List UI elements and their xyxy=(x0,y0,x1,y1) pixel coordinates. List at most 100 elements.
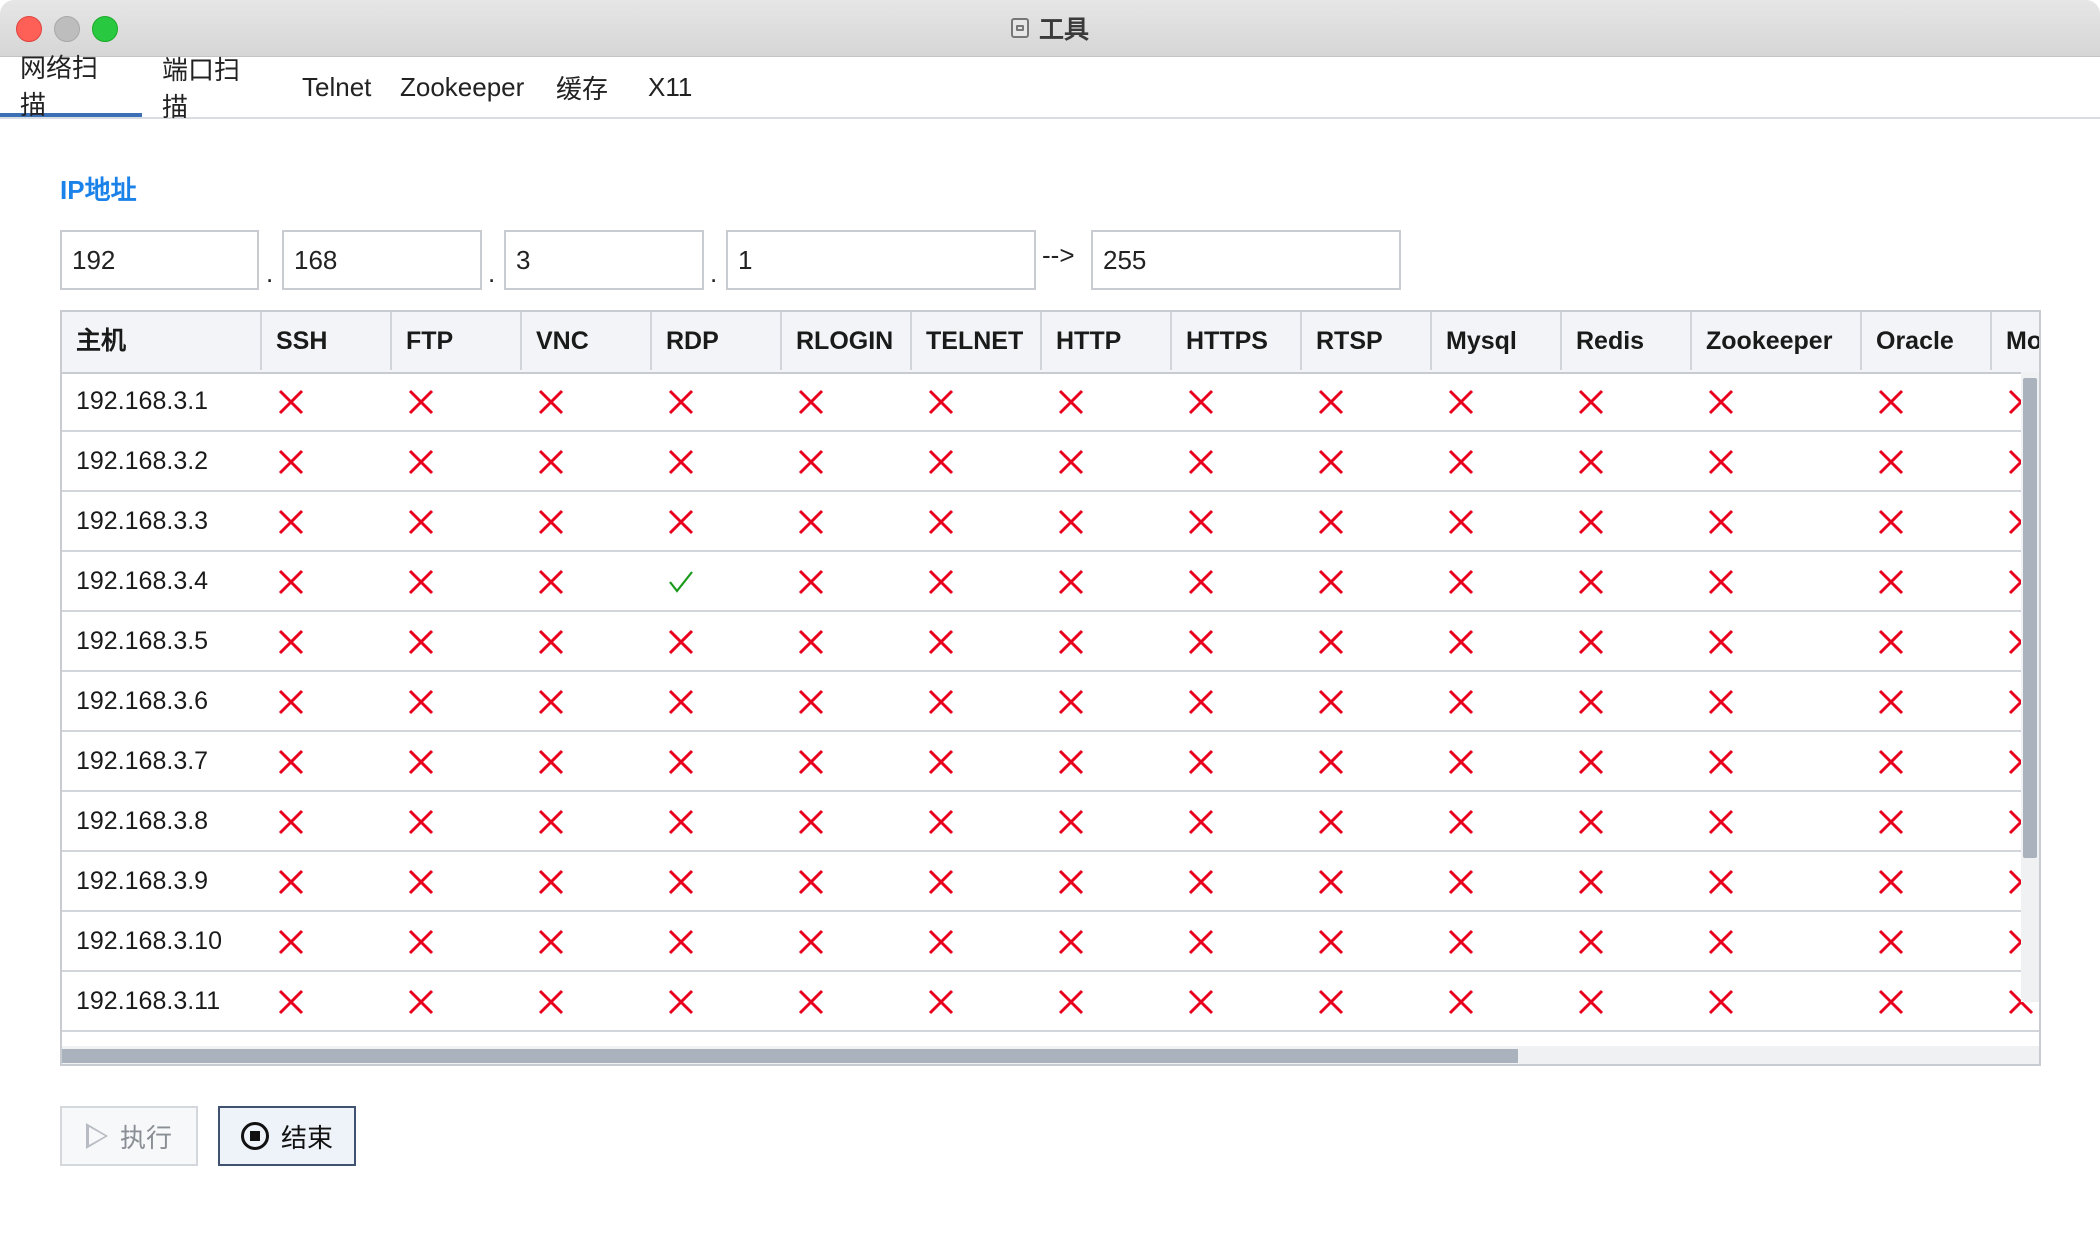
result-cell xyxy=(1042,792,1172,850)
vertical-scroll-thumb[interactable] xyxy=(2023,378,2037,858)
column-header[interactable]: TELNET xyxy=(912,312,1042,370)
result-cell xyxy=(392,852,522,910)
run-button[interactable]: 执行 xyxy=(60,1106,198,1166)
table-row[interactable]: 192.168.3.7 xyxy=(62,732,2039,792)
result-cell xyxy=(262,612,392,670)
result-cell xyxy=(1172,492,1302,550)
column-header[interactable]: Mongo xyxy=(1992,312,2039,370)
x-mark-icon xyxy=(278,630,304,655)
table-row[interactable]: 192.168.3.1 xyxy=(62,372,2039,432)
result-cell xyxy=(652,972,782,1030)
x-mark-icon xyxy=(798,990,824,1015)
tab-2[interactable]: 端口扫描 xyxy=(142,55,282,122)
column-header[interactable]: Oracle xyxy=(1862,312,1992,370)
host-cell: 192.168.3.7 xyxy=(76,747,209,775)
x-mark-icon xyxy=(1318,930,1344,955)
table-row[interactable]: 192.168.3.10 xyxy=(62,912,2039,972)
column-header[interactable]: Mysql xyxy=(1432,312,1562,370)
tab-1[interactable]: 网络扫描 xyxy=(0,53,142,120)
host-cell: 192.168.3.2 xyxy=(76,447,209,475)
x-mark-icon xyxy=(798,870,824,895)
tab-4[interactable]: Zookeeper xyxy=(380,57,536,117)
result-cell xyxy=(782,372,912,430)
result-cell xyxy=(652,492,782,550)
tab-3[interactable]: Telnet xyxy=(282,57,380,117)
result-cell xyxy=(652,912,782,970)
x-mark-icon xyxy=(1058,930,1084,955)
result-cell xyxy=(1302,972,1432,1030)
result-cell xyxy=(1432,732,1562,790)
table-row[interactable]: 192.168.3.4 xyxy=(62,552,2039,612)
host-cell: 192.168.3.11 xyxy=(76,987,221,1015)
x-mark-icon xyxy=(668,990,694,1015)
ip-dot-separator: . xyxy=(266,258,274,288)
table-row[interactable]: 192.168.3.9 xyxy=(62,852,2039,912)
column-header[interactable]: RDP xyxy=(652,312,782,370)
result-cell xyxy=(392,552,522,610)
x-mark-icon xyxy=(668,870,694,895)
column-header[interactable]: Zookeeper xyxy=(1692,312,1862,370)
column-header[interactable]: HTTPS xyxy=(1172,312,1302,370)
horizontal-scroll-thumb[interactable] xyxy=(62,1049,1518,1063)
x-mark-icon xyxy=(668,390,694,415)
vertical-scrollbar[interactable] xyxy=(2021,372,2039,1002)
result-cell xyxy=(1432,372,1562,430)
result-cell xyxy=(652,552,782,610)
result-cell xyxy=(1862,552,1992,610)
result-cell xyxy=(522,612,652,670)
column-header[interactable]: 主机 xyxy=(62,312,262,370)
column-header[interactable]: FTP xyxy=(392,312,522,370)
table-row[interactable]: 192.168.3.2 xyxy=(62,432,2039,492)
ip-octet-1-input[interactable] xyxy=(60,230,259,290)
result-cell xyxy=(1172,972,1302,1030)
x-mark-icon xyxy=(278,810,304,835)
tab-5[interactable]: 缓存 xyxy=(536,57,628,117)
x-mark-icon xyxy=(928,570,954,595)
column-header[interactable]: Redis xyxy=(1562,312,1692,370)
x-mark-icon xyxy=(1878,630,1904,655)
stop-button[interactable]: 结束 xyxy=(218,1106,356,1166)
host-cell: 192.168.3.5 xyxy=(76,627,209,655)
horizontal-scrollbar[interactable] xyxy=(62,1046,2039,1064)
column-header[interactable]: SSH xyxy=(262,312,392,370)
x-mark-icon xyxy=(1188,750,1214,775)
result-cell xyxy=(1172,612,1302,670)
ip-octet-2-input[interactable] xyxy=(282,230,482,290)
x-mark-icon xyxy=(928,810,954,835)
result-cell xyxy=(1862,492,1992,550)
ip-octet-3-input[interactable] xyxy=(504,230,704,290)
x-mark-icon xyxy=(928,510,954,535)
table-row[interactable]: 192.168.3.6 xyxy=(62,672,2039,732)
play-icon xyxy=(85,1123,108,1149)
table-header: 主机 SSH FTP VNC RDP RLOGIN TELNET HTTP HTTPS RTSP M… xyxy=(62,312,2039,374)
column-header[interactable]: HTTP xyxy=(1042,312,1172,370)
ip-octet-4-input[interactable] xyxy=(726,230,1036,290)
result-cell xyxy=(1042,612,1172,670)
table-row[interactable]: 192.168.3.11 xyxy=(62,972,2039,1032)
result-cell xyxy=(652,612,782,670)
table-row[interactable]: 192.168.3.5 xyxy=(62,612,2039,672)
column-header[interactable]: RTSP xyxy=(1302,312,1432,370)
table-row[interactable]: 192.168.3.3 xyxy=(62,492,2039,552)
x-mark-icon xyxy=(1878,390,1904,415)
result-cell xyxy=(912,672,1042,730)
ip-range-end-input[interactable] xyxy=(1091,230,1401,290)
tab-6[interactable]: X11 xyxy=(628,57,708,117)
result-cell xyxy=(1172,852,1302,910)
x-mark-icon xyxy=(408,630,434,655)
result-cell xyxy=(1692,672,1862,730)
range-arrow: --> xyxy=(1042,240,1075,270)
x-mark-icon xyxy=(1188,510,1214,535)
x-mark-icon xyxy=(1318,810,1344,835)
host-cell: 192.168.3.10 xyxy=(76,927,222,955)
column-header[interactable]: VNC xyxy=(522,312,652,370)
x-mark-icon xyxy=(928,690,954,715)
x-mark-icon xyxy=(1708,510,1734,535)
x-mark-icon xyxy=(1708,870,1734,895)
host-cell: 192.168.3.4 xyxy=(76,567,209,595)
column-header[interactable]: RLOGIN xyxy=(782,312,912,370)
result-cell xyxy=(1042,672,1172,730)
x-mark-icon xyxy=(408,690,434,715)
table-row[interactable]: 192.168.3.8 xyxy=(62,792,2039,852)
result-cell xyxy=(1692,852,1862,910)
